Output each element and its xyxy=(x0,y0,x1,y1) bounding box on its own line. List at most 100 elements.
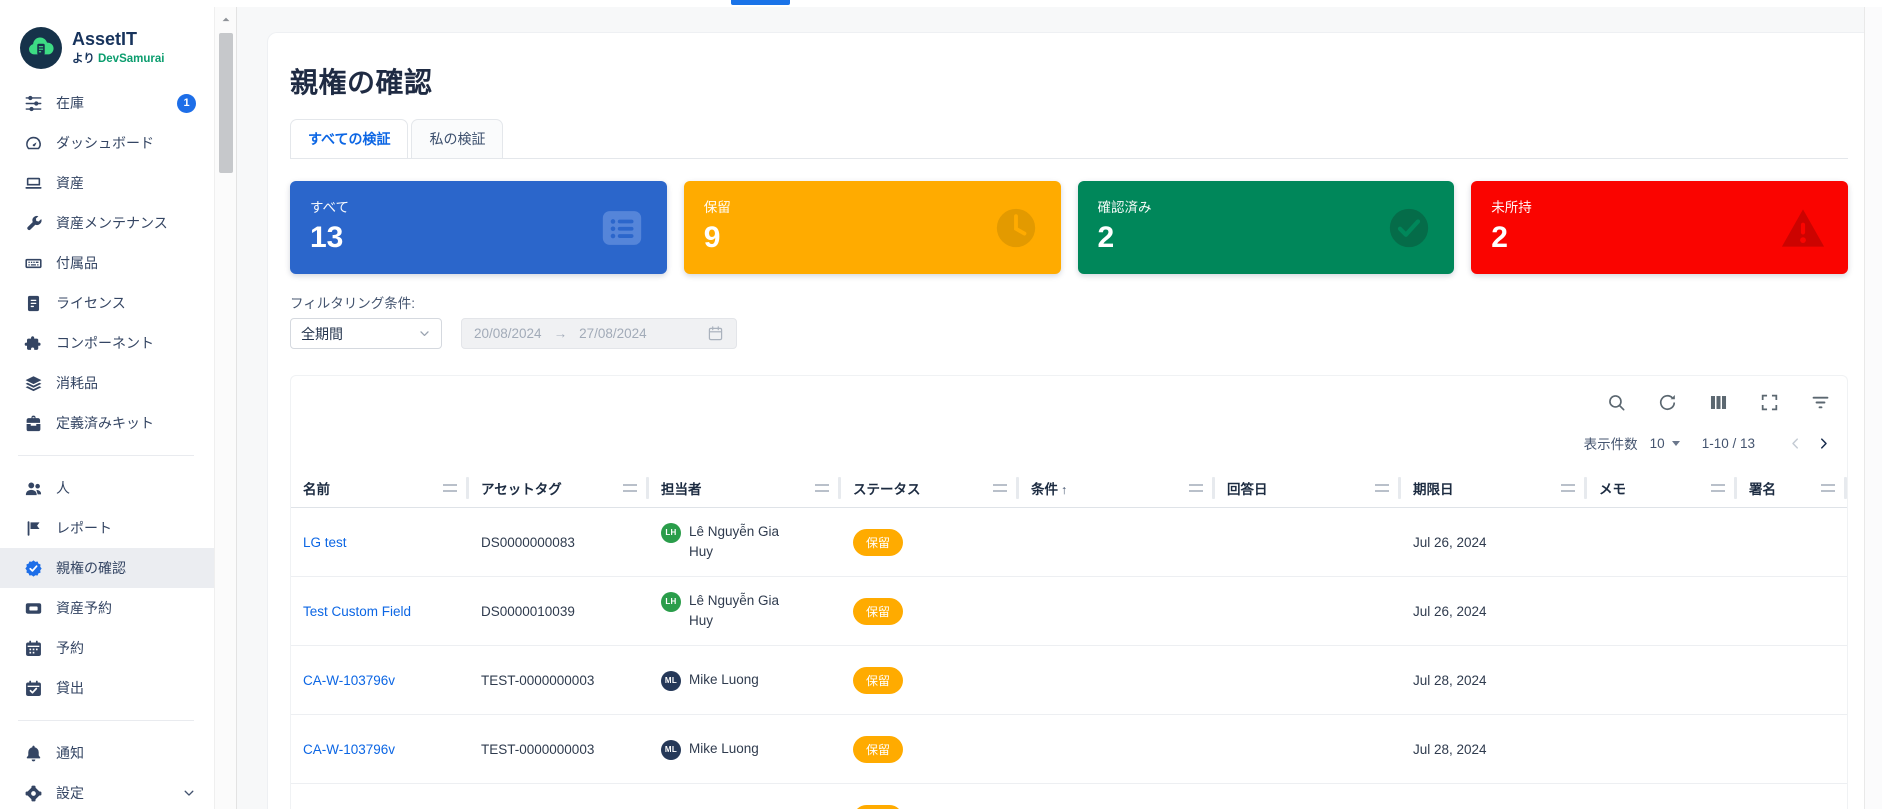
calendar-check-icon xyxy=(24,679,43,698)
column-label: 担当者 xyxy=(661,478,702,498)
app-subtitle-prefix: より xyxy=(72,53,95,65)
column-menu-icon[interactable] xyxy=(815,484,829,492)
sidebar-item-custody-verification[interactable]: 親権の確認 xyxy=(0,548,214,588)
column-header-assignee[interactable]: 担当者 xyxy=(649,469,841,507)
stat-card-all[interactable]: すべて13 xyxy=(290,181,667,274)
asset-tag-cell: DS0000010039 xyxy=(469,598,649,625)
sidebar-item-label: 資産メンテナンス xyxy=(56,213,168,233)
sidebar-item-label: コンポーネント xyxy=(56,333,154,353)
column-header-due-date[interactable]: 期限日 xyxy=(1401,469,1587,507)
column-menu-icon[interactable] xyxy=(1711,484,1725,492)
sidebar-item-components[interactable]: コンポーネント xyxy=(0,323,214,363)
sidebar-item-asset-reservations[interactable]: 資産予約 xyxy=(0,588,214,628)
column-header-asset-tag[interactable]: アセットタグ xyxy=(469,469,649,507)
stat-card-confirmed[interactable]: 確認済み2 xyxy=(1078,181,1455,274)
response-date-cell xyxy=(1215,674,1401,686)
sidebar-item-dashboard[interactable]: ダッシュボード xyxy=(0,123,214,163)
tab-my-verifications[interactable]: 私の検証 xyxy=(411,119,503,158)
name-cell: Test H xyxy=(291,805,469,809)
status-cell: 保留 xyxy=(841,799,1019,809)
fullscreen-button[interactable] xyxy=(1759,392,1780,413)
column-header-response-date[interactable]: 回答日 xyxy=(1215,469,1401,507)
column-header-condition[interactable]: 条件↑ xyxy=(1019,469,1215,507)
sidebar-item-bookings[interactable]: 予約 xyxy=(0,628,214,668)
stat-card-not-held[interactable]: 未所持2 xyxy=(1471,181,1848,274)
sidebar-divider xyxy=(18,455,194,456)
columns-button[interactable] xyxy=(1708,392,1729,413)
asset-name-link[interactable]: Test Custom Field xyxy=(303,604,411,619)
column-header-status[interactable]: ステータス xyxy=(841,469,1019,507)
filter-button[interactable] xyxy=(1810,392,1831,413)
scrollbar-thumb[interactable] xyxy=(219,33,233,173)
asset-name-link[interactable]: LG test xyxy=(303,535,347,550)
sidebar-item-assets[interactable]: 資産 xyxy=(0,163,214,203)
chevron-down-icon xyxy=(182,786,196,800)
sidebar-item-notifications[interactable]: 通知 xyxy=(0,733,214,773)
tab-all-verifications[interactable]: すべての検証 xyxy=(290,119,408,158)
sidebar-item-people[interactable]: 人 xyxy=(0,468,214,508)
stat-card-pending[interactable]: 保留9 xyxy=(684,181,1061,274)
sidebar-item-label: 人 xyxy=(56,478,70,498)
main-area: 親権の確認 すべての検証 私の検証 すべて13保留9確認済み2未所持2 フィルタ… xyxy=(237,7,1864,809)
date-range-input[interactable]: 20/08/2024 → 27/08/2024 xyxy=(461,318,737,349)
calendar-icon xyxy=(24,639,43,658)
assignee-cell: MLMike Luong xyxy=(649,664,841,697)
sidebar-item-label: 貸出 xyxy=(56,678,84,698)
column-menu-icon[interactable] xyxy=(623,484,637,492)
window-scrollbar[interactable] xyxy=(1864,7,1882,809)
refresh-button[interactable] xyxy=(1657,392,1678,413)
sidebar-item-label: 資産 xyxy=(56,173,84,193)
filter-label: フィルタリング条件: xyxy=(290,292,1848,312)
column-menu-icon[interactable] xyxy=(1375,484,1389,492)
app-logo[interactable]: AssetIT より DevSamurai xyxy=(0,15,214,83)
column-menu-icon[interactable] xyxy=(1189,484,1203,492)
sidebar-scrollbar[interactable] xyxy=(214,7,237,809)
column-menu-icon[interactable] xyxy=(1821,484,1835,492)
memo-cell xyxy=(1587,605,1737,617)
condition-cell xyxy=(1019,674,1215,686)
asset-name-link[interactable]: CA-W-103796v xyxy=(303,742,395,757)
prev-page-button[interactable] xyxy=(1781,429,1809,457)
sort-asc-icon: ↑ xyxy=(1061,483,1067,497)
sidebar-item-accessories[interactable]: 付属品 xyxy=(0,243,214,283)
sidebar-item-reports[interactable]: レポート xyxy=(0,508,214,548)
sidebar-item-asset-maintenance[interactable]: 資産メンテナンス xyxy=(0,203,214,243)
next-page-button[interactable] xyxy=(1809,429,1837,457)
name-cell: Test Custom Field xyxy=(291,598,469,625)
period-select[interactable]: 全期間 xyxy=(290,318,442,349)
stat-value: 13 xyxy=(310,223,647,253)
status-badge: 保留 xyxy=(853,736,903,763)
due-date-cell: Jul 28, 2024 xyxy=(1401,667,1587,694)
sidebar-item-consumables[interactable]: 消耗品 xyxy=(0,363,214,403)
status-badge: 保留 xyxy=(853,805,903,809)
sidebar-item-predefined-kits[interactable]: 定義済みキット xyxy=(0,403,214,443)
sidebar-item-checkouts[interactable]: 貸出 xyxy=(0,668,214,708)
warning-icon xyxy=(1780,205,1826,251)
page-size-select[interactable]: 10 xyxy=(1650,436,1680,451)
sidebar-item-licenses[interactable]: ライセンス xyxy=(0,283,214,323)
sidebar-item-inventory[interactable]: 在庫1 xyxy=(0,83,214,123)
column-header-name[interactable]: 名前 xyxy=(291,469,469,507)
search-button[interactable] xyxy=(1606,392,1627,413)
scroll-up-icon[interactable] xyxy=(220,14,231,25)
column-header-memo[interactable]: メモ xyxy=(1587,469,1737,507)
status-badge: 保留 xyxy=(853,667,903,694)
sidebar: AssetIT より DevSamurai 在庫1 ダッシュボード資産資産メンテナ… xyxy=(0,7,214,809)
column-header-signature[interactable]: 署名 xyxy=(1737,469,1847,507)
column-menu-icon[interactable] xyxy=(443,484,457,492)
column-menu-icon[interactable] xyxy=(993,484,1007,492)
app-subtitle: より DevSamurai xyxy=(72,50,164,66)
sidebar-item-label: ダッシュボード xyxy=(56,133,154,153)
asset-tag-cell: DS0000000083 xyxy=(469,529,649,556)
asset-name-link[interactable]: CA-W-103796v xyxy=(303,673,395,688)
table-row: CA-W-103796vTEST-0000000003MLMike Luong保… xyxy=(291,646,1847,715)
cloud-logo-icon xyxy=(25,32,57,64)
condition-cell xyxy=(1019,743,1215,755)
table-body: LG testDS0000000083LHLê Nguyễn Gia Huy保留… xyxy=(291,508,1847,809)
sidebar-item-settings[interactable]: 設定 xyxy=(0,773,214,809)
column-menu-icon[interactable] xyxy=(1561,484,1575,492)
license-icon xyxy=(24,294,43,313)
list-card-icon xyxy=(599,205,645,251)
column-label: 回答日 xyxy=(1227,478,1268,498)
signature-cell xyxy=(1737,605,1847,617)
